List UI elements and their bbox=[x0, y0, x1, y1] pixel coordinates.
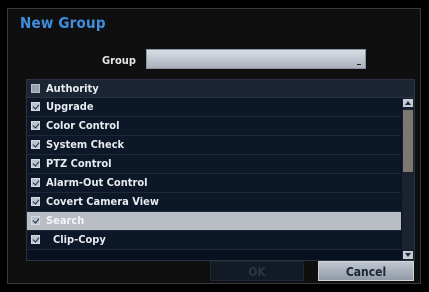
checkbox-search[interactable] bbox=[31, 216, 40, 225]
authority-list: Authority Upgrade Color Control System C… bbox=[26, 79, 415, 261]
authority-header[interactable]: Authority bbox=[27, 80, 414, 98]
list-item-covert-camera-view[interactable]: Covert Camera View bbox=[27, 193, 401, 212]
text-cursor bbox=[357, 64, 361, 65]
group-name-input[interactable] bbox=[146, 49, 366, 69]
group-label: Group bbox=[102, 54, 136, 67]
cancel-button[interactable]: Cancel bbox=[318, 261, 414, 281]
list-item-color-control[interactable]: Color Control bbox=[27, 117, 401, 136]
scroll-thumb[interactable] bbox=[403, 110, 413, 172]
list-item-label: Search bbox=[46, 214, 85, 227]
list-item-system-check[interactable]: System Check bbox=[27, 136, 401, 155]
list-item-label: Upgrade bbox=[46, 100, 94, 113]
list-item-label: Covert Camera View bbox=[46, 195, 159, 208]
checkbox-ptz-control[interactable] bbox=[31, 159, 40, 168]
new-group-dialog: New Group Group Authority Upgrade Color … bbox=[7, 8, 421, 284]
checkbox-upgrade[interactable] bbox=[31, 102, 40, 111]
list-item-search[interactable]: Search bbox=[27, 212, 401, 231]
list-item-label: Alarm-Out Control bbox=[46, 176, 148, 189]
list-item-label: PTZ Control bbox=[46, 157, 112, 170]
scroll-down-arrow-icon[interactable] bbox=[403, 251, 413, 259]
checkbox-covert-camera-view[interactable] bbox=[31, 197, 40, 206]
list-item-label: Color Control bbox=[46, 119, 120, 132]
list-item-label: System Check bbox=[46, 138, 125, 151]
scroll-up-arrow-icon[interactable] bbox=[403, 99, 413, 107]
list-item-clip-copy[interactable]: Clip-Copy bbox=[27, 231, 401, 250]
checkbox-alarm-out-control[interactable] bbox=[31, 178, 40, 187]
checkbox-system-check[interactable] bbox=[31, 140, 40, 149]
checkbox-color-control[interactable] bbox=[31, 121, 40, 130]
checkbox-clip-copy[interactable] bbox=[31, 235, 40, 244]
ok-button[interactable]: OK bbox=[210, 261, 304, 281]
authority-header-label: Authority bbox=[46, 82, 99, 95]
list-item-label: Clip-Copy bbox=[53, 233, 106, 246]
dialog-title: New Group bbox=[20, 14, 106, 32]
list-scrollbar[interactable] bbox=[402, 98, 414, 260]
authority-header-checkbox[interactable] bbox=[31, 84, 40, 93]
list-item-upgrade[interactable]: Upgrade bbox=[27, 98, 401, 117]
list-item-ptz-control[interactable]: PTZ Control bbox=[27, 155, 401, 174]
list-item-alarm-out-control[interactable]: Alarm-Out Control bbox=[27, 174, 401, 193]
